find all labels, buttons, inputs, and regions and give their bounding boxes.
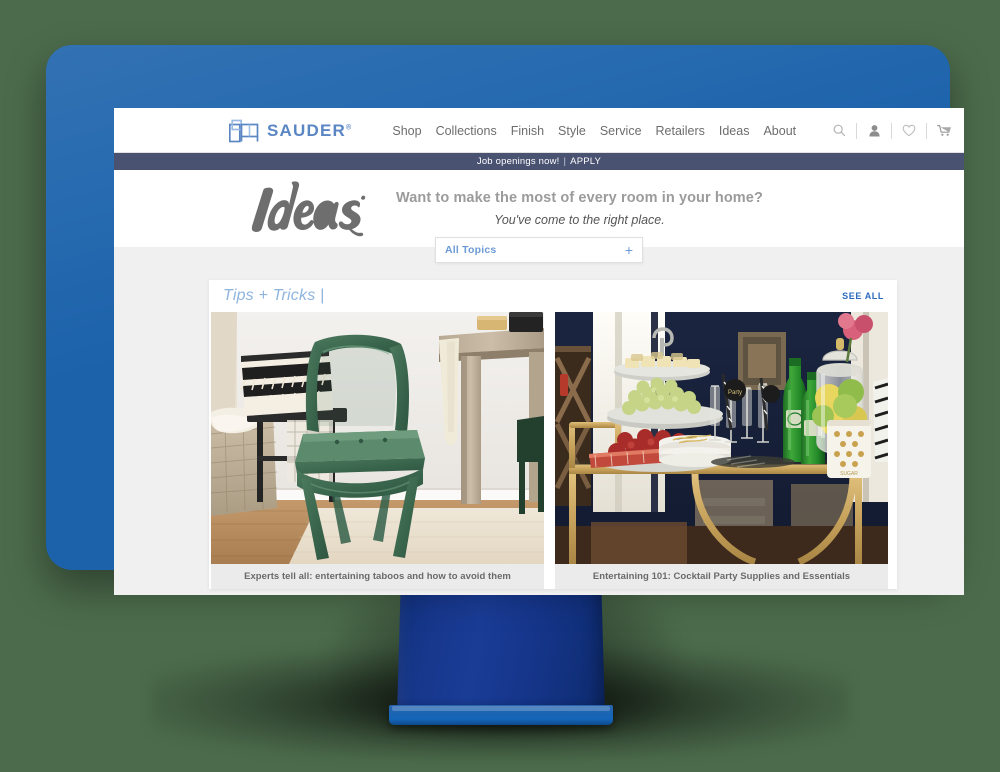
shopping-cart-icon[interactable] bbox=[927, 119, 961, 143]
hero-subheadline: You've come to the right place. bbox=[494, 213, 665, 227]
article-image-dining-room bbox=[211, 312, 544, 564]
topics-filter-wrapper: All Topics + bbox=[435, 237, 643, 263]
nav-item-ideas[interactable]: Ideas bbox=[719, 124, 750, 138]
announcement-separator: | bbox=[563, 156, 567, 167]
article-card-grid: Experts tell all: entertaining taboos an… bbox=[209, 312, 897, 589]
all-topics-dropdown[interactable]: All Topics + bbox=[435, 237, 643, 263]
nav-item-about[interactable]: About bbox=[763, 124, 796, 138]
nav-item-collections[interactable]: Collections bbox=[436, 124, 497, 138]
ideas-content-area: All Topics + Tips + Tricks | SEE ALL Exp… bbox=[114, 237, 964, 595]
brand-name: SAUDER® bbox=[267, 120, 353, 140]
sauder-furniture-logo-icon bbox=[229, 119, 259, 143]
ideas-hero: Want to make the most of every room in y… bbox=[114, 170, 964, 247]
main-navigation: Shop Collections Finish Style Service Re… bbox=[392, 124, 796, 138]
announcement-banner: Job openings now! | APPLY bbox=[114, 153, 964, 170]
article-caption: Entertaining 101: Cocktail Party Supplie… bbox=[592, 571, 851, 582]
nav-item-service[interactable]: Service bbox=[600, 124, 642, 138]
nav-item-finish[interactable]: Finish bbox=[511, 124, 544, 138]
article-caption-bar: Experts tell all: entertaining taboos an… bbox=[211, 564, 544, 589]
article-caption: Experts tell all: entertaining taboos an… bbox=[244, 571, 511, 582]
announcement-message: Job openings now! bbox=[476, 156, 560, 167]
hero-headline: Want to make the most of every room in y… bbox=[396, 190, 763, 206]
nav-item-style[interactable]: Style bbox=[558, 124, 586, 138]
hero-copy: Want to make the most of every room in y… bbox=[396, 190, 763, 227]
header-bottom-border bbox=[114, 152, 964, 153]
apply-link[interactable]: APPLY bbox=[570, 156, 601, 167]
article-caption-bar: Entertaining 101: Cocktail Party Supplie… bbox=[555, 564, 888, 589]
svg-text:Party: Party bbox=[728, 390, 742, 396]
article-image-bar-cart: Party SUGAR bbox=[555, 312, 888, 564]
header-icon-group bbox=[822, 119, 961, 143]
section-title: Tips + Tricks | bbox=[223, 287, 325, 304]
all-topics-label: All Topics bbox=[445, 244, 497, 256]
ideas-script-logo bbox=[114, 178, 372, 240]
search-icon[interactable] bbox=[822, 119, 856, 143]
monitor-bezel: SAUDER® Shop Collections Finish Style Se… bbox=[46, 45, 964, 595]
account-icon[interactable] bbox=[857, 119, 891, 143]
svg-text:SUGAR: SUGAR bbox=[840, 471, 858, 477]
announcement-text: Job openings now! | APPLY bbox=[477, 156, 601, 167]
plus-icon: + bbox=[624, 242, 633, 258]
article-card[interactable]: Experts tell all: entertaining taboos an… bbox=[211, 312, 544, 589]
nav-item-retailers[interactable]: Retailers bbox=[656, 124, 705, 138]
monitor-stand-base-highlight bbox=[392, 706, 610, 711]
tips-and-tricks-panel: Tips + Tricks | SEE ALL Experts tell all… bbox=[209, 280, 897, 589]
registered-trademark-icon: ® bbox=[346, 123, 353, 131]
brand-logo[interactable]: SAUDER® bbox=[229, 119, 352, 143]
site-header: SAUDER® Shop Collections Finish Style Se… bbox=[114, 108, 964, 153]
nav-item-shop[interactable]: Shop bbox=[392, 124, 421, 138]
monitor-screen: SAUDER® Shop Collections Finish Style Se… bbox=[114, 108, 964, 595]
wishlist-heart-icon[interactable] bbox=[892, 119, 926, 143]
mockup-stage: SAUDER® Shop Collections Finish Style Se… bbox=[0, 0, 1000, 772]
section-header: Tips + Tricks | SEE ALL bbox=[209, 280, 897, 312]
article-card[interactable]: Party SUGAR Entertaining 101: Cocktail P… bbox=[555, 312, 888, 589]
see-all-link[interactable]: SEE ALL bbox=[842, 291, 884, 301]
